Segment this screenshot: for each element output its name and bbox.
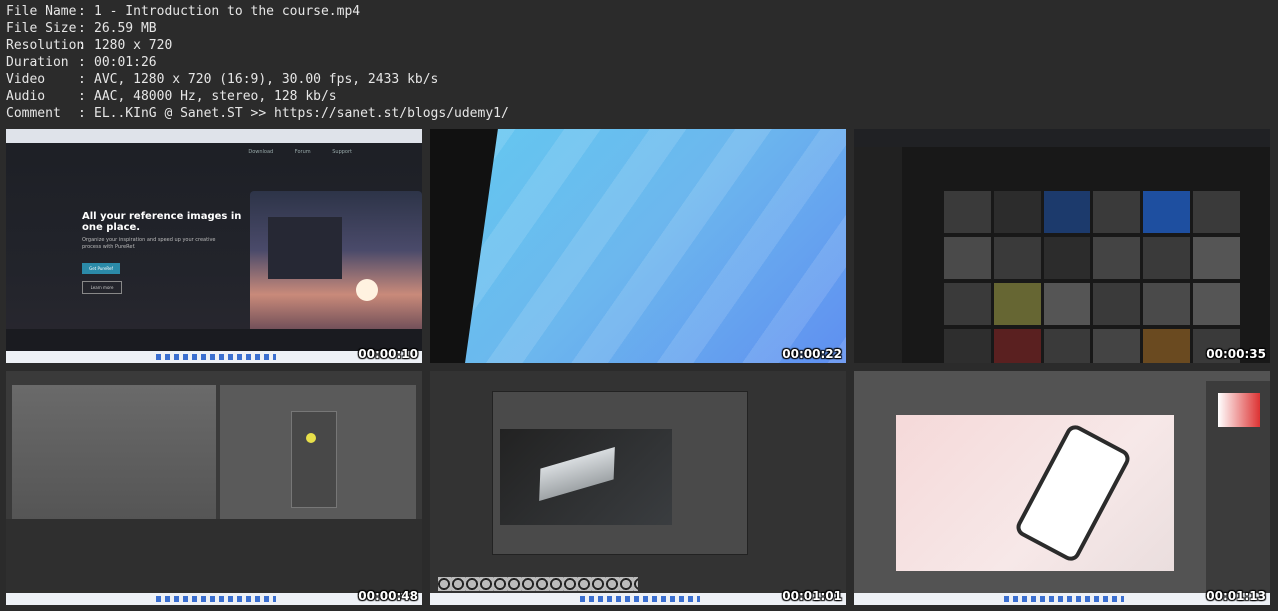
- learn-more-button: Learn more: [82, 281, 122, 294]
- timestamp: 00:00:22: [782, 347, 842, 361]
- thumbnail-1[interactable]: Download Forum Support All your referenc…: [6, 129, 422, 363]
- info-sep: :: [78, 21, 86, 36]
- thumbnail-5[interactable]: 00:01:01: [430, 371, 846, 605]
- info-row-resolution: Resolution:1280 x 720: [6, 37, 509, 54]
- youtube-sidebar: [854, 147, 902, 363]
- info-row-audio: Audio: AAC, 48000 Hz, stereo, 128 kb/s: [6, 88, 509, 105]
- info-row-comment: Comment: EL..KInG @ Sanet.ST >> https://s…: [6, 105, 509, 122]
- info-row-file-size: File Size:26.59 MB: [6, 20, 509, 37]
- info-value: EL..KInG @ Sanet.ST >> https://sanet.st/…: [94, 106, 509, 121]
- cursor-highlight: [306, 433, 316, 443]
- info-value: AAC, 48000 Hz, stereo, 128 kb/s: [94, 89, 337, 104]
- info-row-video: Video: AVC, 1280 x 720 (16:9), 30.00 fps,…: [6, 71, 509, 88]
- thumbnail-2[interactable]: 00:00:22: [430, 129, 846, 363]
- info-row-file-name: File Name:1 - Introduction to the course…: [6, 3, 509, 20]
- viewport-perspective: [12, 385, 216, 519]
- info-key: File Name: [6, 4, 77, 19]
- info-sep: :: [78, 89, 86, 104]
- video-grid: [944, 191, 1240, 363]
- info-key: Audio: [6, 89, 46, 104]
- app-panel-graphic: [268, 217, 342, 279]
- browser-chrome: [854, 129, 1270, 147]
- info-sep: :: [78, 4, 86, 19]
- info-sep: :: [78, 55, 86, 70]
- info-key: File Size: [6, 21, 77, 36]
- timestamp: 00:00:48: [358, 589, 418, 603]
- hero-subtext: Organize your inspiration and speed up y…: [82, 237, 216, 250]
- browser-chrome: [6, 129, 422, 143]
- info-value: 1280 x 720: [94, 38, 173, 53]
- info-row-duration: Duration:00:01:26: [6, 54, 509, 71]
- material-swatches: [438, 577, 638, 591]
- timestamp: 00:01:01: [782, 589, 842, 603]
- sun-graphic: [356, 279, 378, 301]
- site-nav: Download Forum Support: [248, 149, 352, 155]
- info-key: Video: [6, 72, 46, 87]
- info-value: 26.59 MB: [94, 21, 157, 36]
- info-value: AVC, 1280 x 720 (16:9), 30.00 fps, 2433 …: [94, 72, 439, 87]
- info-value: 00:01:26: [94, 55, 157, 70]
- phone-model: [291, 411, 337, 508]
- attribute-panel: [6, 519, 422, 593]
- color-picker: [1218, 393, 1260, 427]
- timestamp: 00:00:10: [358, 347, 418, 361]
- timestamp: 00:00:35: [1206, 347, 1266, 361]
- info-sep: :: [78, 72, 86, 87]
- info-value: 1 - Introduction to the course.mp4: [94, 4, 361, 19]
- info-key: Resolution: [6, 38, 85, 53]
- info-sep: :: [78, 38, 86, 53]
- thumbnail-6[interactable]: 00:01:13: [854, 371, 1270, 605]
- info-key: Comment: [6, 106, 61, 121]
- get-pureref-button: Get PureRef: [82, 263, 120, 274]
- timestamp: 00:01:13: [1206, 589, 1266, 603]
- hero-headline: All your reference images in one place.: [82, 211, 242, 233]
- info-key: Duration: [6, 55, 69, 70]
- file-info-panel: File Name:1 - Introduction to the course…: [6, 3, 509, 122]
- thumbnail-4[interactable]: 00:00:48: [6, 371, 422, 605]
- thumbnail-3[interactable]: 00:00:35: [854, 129, 1270, 363]
- info-sep: :: [78, 106, 86, 121]
